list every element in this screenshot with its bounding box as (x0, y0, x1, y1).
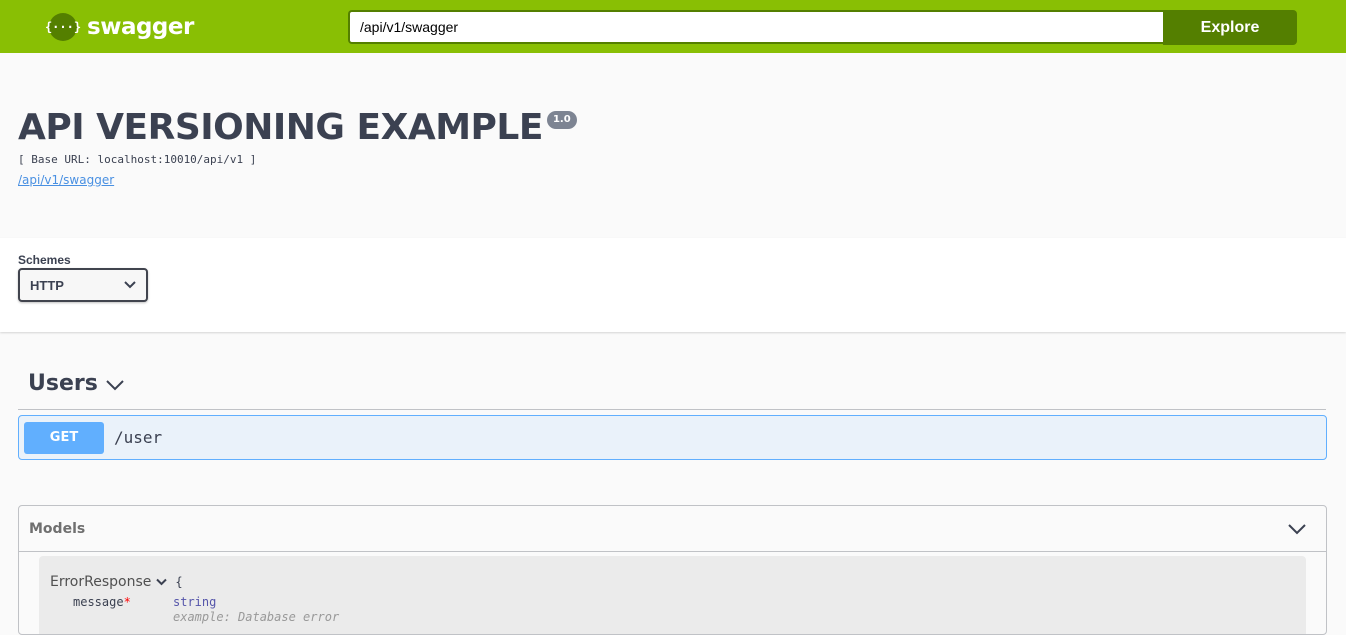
api-info: API VERSIONING EXAMPLE 1.0 (18, 105, 577, 151)
swagger-logo[interactable]: {···} swagger (45, 13, 194, 41)
explore-button[interactable]: Explore (1163, 10, 1297, 45)
operation-path: /user (114, 428, 163, 447)
models-title: Models (29, 520, 86, 537)
model-toggle[interactable]: ErrorResponse { (50, 574, 183, 590)
property-name-text: message (73, 595, 124, 609)
method-badge: GET (24, 421, 104, 454)
chevron-down-icon (1288, 523, 1306, 534)
model-container: ErrorResponse { message* string example:… (39, 556, 1306, 634)
topbar: {···} swagger Explore (0, 0, 1346, 53)
page-title: API VERSIONING EXAMPLE (18, 107, 543, 148)
chevron-down-icon (106, 379, 124, 390)
required-mark: * (123, 595, 131, 609)
chevron-down-icon (156, 578, 168, 586)
schemes-selected-value: HTTP (30, 277, 64, 293)
chevron-down-icon (124, 281, 136, 289)
tag-header-users[interactable]: Users (18, 358, 1326, 410)
spec-url-input[interactable] (348, 10, 1163, 44)
property-type: string (173, 595, 217, 609)
property-example: example: Database error (173, 610, 340, 624)
property-name: message* (73, 595, 131, 609)
schemes-select[interactable]: HTTP (18, 268, 148, 302)
swagger-logo-icon: {···} (45, 13, 81, 41)
swagger-logo-text: swagger (87, 14, 194, 40)
title-row: API VERSIONING EXAMPLE 1.0 (18, 105, 577, 151)
tag-name: Users (28, 371, 98, 396)
version-badge: 1.0 (546, 111, 577, 129)
base-url: [ Base URL: localhost:10010/api/v1 ] (18, 153, 257, 166)
model-name: ErrorResponse (50, 574, 152, 590)
model-open-brace: { (175, 575, 183, 589)
schemes-label: Schemes (18, 253, 71, 267)
operation-get-user[interactable]: GET /user (18, 415, 1327, 460)
spec-link[interactable]: /api/v1/swagger (18, 173, 114, 187)
models-section: Models ErrorResponse { message* string e… (18, 505, 1327, 635)
scheme-container: Schemes HTTP (0, 238, 1346, 332)
models-header[interactable]: Models (19, 506, 1326, 552)
